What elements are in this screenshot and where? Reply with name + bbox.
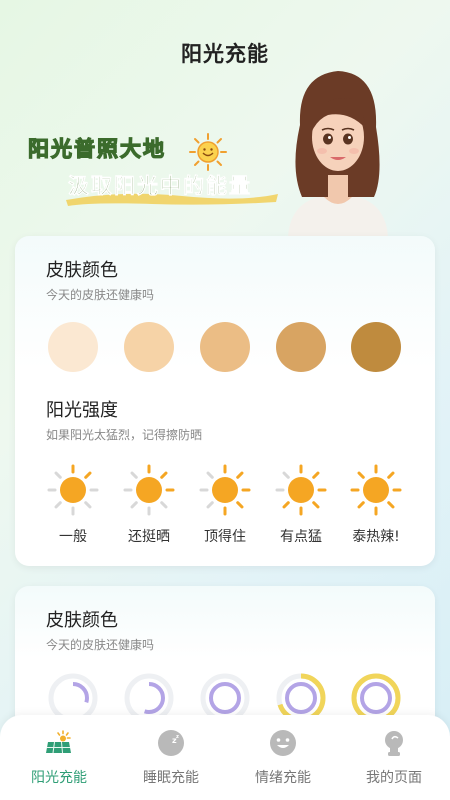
profile-icon xyxy=(385,731,403,756)
svg-text:z: z xyxy=(176,734,179,740)
tab-label: 睡眠充能 xyxy=(143,770,199,786)
skin-color-subtitle-2: 今天的皮肤还健康吗 xyxy=(46,638,155,652)
smiley-icon xyxy=(270,730,296,756)
tab-sun-energy[interactable]: 阳光充能 xyxy=(3,715,115,800)
skin-swatch-4[interactable] xyxy=(276,322,326,372)
skin-swatch-1[interactable] xyxy=(48,322,98,372)
sun-level-3-icon[interactable] xyxy=(199,464,251,516)
skin-swatch-5[interactable] xyxy=(351,322,401,372)
sun-intensity-title: 阳光强度 xyxy=(46,400,118,421)
tab-sleep-energy[interactable]: z z 睡眠充能 xyxy=(115,715,227,800)
sun-level-label: 还挺晒 xyxy=(128,529,170,545)
sun-level-2-icon[interactable] xyxy=(123,464,175,516)
skin-color-title-2: 皮肤颜色 xyxy=(46,610,118,631)
sun-level-5-icon[interactable] xyxy=(350,464,402,516)
girl-illustration xyxy=(288,71,388,237)
tab-label: 阳光充能 xyxy=(31,770,87,786)
tab-label: 我的页面 xyxy=(366,770,422,786)
sun-level-label: 顶得住 xyxy=(204,529,246,545)
slogan-line-1: 阳光普照大地 xyxy=(27,136,166,161)
skin-color-subtitle: 今天的皮肤还健康吗 xyxy=(46,288,155,302)
sun-intensity-subtitle: 如果阳光太猛烈，记得擦防晒 xyxy=(46,428,203,442)
solar-panel-icon xyxy=(46,730,71,754)
tab-my-page[interactable]: 我的页面 xyxy=(338,715,450,800)
sun-level-1-icon[interactable] xyxy=(47,464,99,516)
sun-level-4-icon[interactable] xyxy=(275,464,327,516)
sun-level-label: 泰热辣! xyxy=(352,529,400,545)
sun-energy-card: 皮肤颜色 今天的皮肤还健康吗 阳光强度 如果阳光太猛烈，记得擦防晒 一般 还挺晒 顶… xyxy=(15,236,435,566)
sun-level-label: 一般 xyxy=(59,529,87,545)
bottom-tab-bar: 阳光充能 z z 睡眠充能 情绪充能 我的页面 xyxy=(0,715,450,800)
sun-level-label: 有点猛 xyxy=(280,529,322,545)
skin-color-title: 皮肤颜色 xyxy=(46,260,118,281)
page-title: 阳光充能 xyxy=(181,42,269,66)
tab-label: 情绪充能 xyxy=(255,770,311,786)
tab-mood-energy[interactable]: 情绪充能 xyxy=(227,715,339,800)
cartoon-sun-icon xyxy=(189,133,227,171)
slogan-line-2: 汲取阳光中的能量 xyxy=(68,174,252,199)
skin-swatch-2[interactable] xyxy=(124,322,174,372)
skin-swatch-3[interactable] xyxy=(200,322,250,372)
moon-icon: z z xyxy=(158,730,184,756)
